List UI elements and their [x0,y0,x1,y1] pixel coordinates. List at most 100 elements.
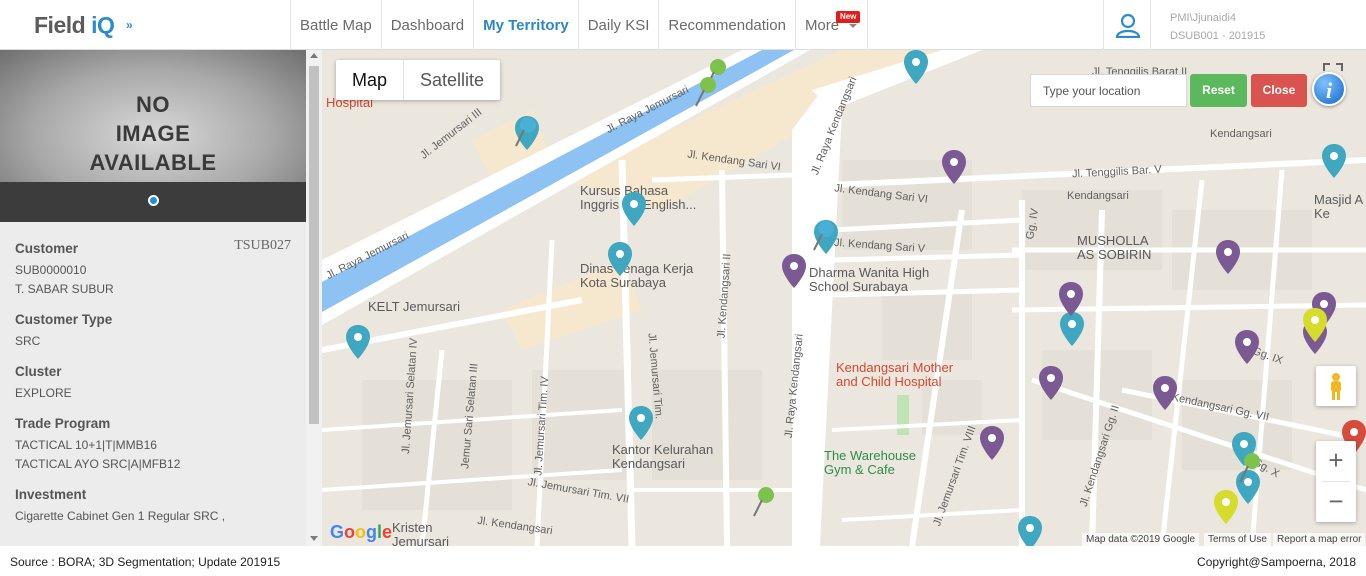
customer-type-value: SRC [15,334,41,348]
thumbtack-marker-blue-icon[interactable] [514,116,538,150]
outlet-pin-purple[interactable] [1039,366,1063,400]
street-view-pegman-icon[interactable] [1316,366,1356,406]
customer-info: Customer TSUB027 SUB0000010 T. SABAR SUB… [15,238,291,538]
zoom-control: + − [1316,441,1356,522]
terms-of-use-link[interactable]: Terms of Use [1204,533,1271,546]
outlet-pin-purple[interactable] [942,150,966,184]
user-account: DSUB001 - 201915 [1170,30,1266,42]
customer-detail-panel: NO IMAGE AVAILABLE Customer TSUB027 SUB0… [0,50,322,546]
customer-code: TSUB027 [234,238,291,253]
nav-battle-map[interactable]: Battle Map [290,0,381,50]
nav-more-dropdown[interactable]: More New [794,0,869,50]
panel-scrollbar[interactable] [306,50,322,546]
outlet-pin-purple[interactable] [782,254,806,288]
scroll-thumb[interactable] [309,66,319,424]
nav-recommendation[interactable]: Recommendation [658,0,795,50]
street-label: Kendangsari [1067,190,1129,202]
street-label: Kendangsari [1210,128,1272,140]
copyright-text: Copyright@Sampoerna, 2018 [1197,555,1356,569]
thumbtack-marker-green-icon[interactable] [752,486,776,520]
poi-label: Kantor Kelurahan Kendangsari [612,442,714,471]
thumbtack-marker-green-icon[interactable] [1238,452,1262,486]
no-image-placeholder: NO IMAGE AVAILABLE [0,90,306,177]
logo-chevron-icon: » [126,18,133,32]
logo-accent: iQ [91,12,115,38]
customer-section: Customer TSUB027 SUB0000010 T. SABAR SUB… [15,238,291,299]
outlet-pin-teal[interactable] [1018,516,1042,546]
poi-label: Masjid A Ke [1314,192,1364,221]
investment-section: Investment Cigarette Cabinet Gen 1 Regul… [15,486,291,526]
outlet-pin-purple[interactable] [1216,240,1240,274]
trade-program-section: Trade Program TACTICAL 10+1|T|MMB16 TACT… [15,415,291,474]
customer-type-label: Customer Type [15,312,113,327]
google-logo: Google [330,522,393,542]
outlet-pin-purple[interactable] [1059,282,1083,316]
outlet-pin-yellow[interactable] [1214,490,1238,524]
no-image-line: AVAILABLE [89,150,217,175]
scroll-down-arrow-icon[interactable] [310,536,318,541]
user-profile-button[interactable] [1103,0,1151,50]
top-navigation-bar: Field iQ » Battle Map Dashboard My Terri… [0,0,1366,50]
user-icon [1115,13,1141,38]
customer-name: T. SABAR SUBUR [15,282,114,296]
nav-dashboard[interactable]: Dashboard [380,0,473,50]
close-button[interactable]: Close [1251,74,1307,107]
customer-type-section: Customer Type SRC [15,311,291,351]
cluster-section: Cluster EXPLORE [15,363,291,403]
outlet-pin-purple[interactable] [980,426,1004,460]
outlet-pin-teal[interactable] [622,192,646,226]
outlet-pin-yellow[interactable] [1303,308,1327,342]
scroll-up-arrow-icon[interactable] [310,53,318,58]
outlet-pin-purple[interactable] [1153,376,1177,410]
poi-label: Dinas Tenaga Kerja Kota Surabaya [580,261,694,290]
nav-my-territory[interactable]: My Territory [473,0,578,50]
poi-label: Kendangsari Mother and Child Hospital [836,360,954,389]
data-source-text: Source : BORA; 3D Segmentation; Update 2… [10,555,281,569]
outlet-pin-teal[interactable] [629,406,653,440]
map-type-switcher: Map Satellite [336,60,501,100]
trade-program-value: TACTICAL 10+1|T|MMB16 [15,438,157,452]
outlet-pin-purple[interactable] [1235,330,1259,364]
investment-value: Cigarette Cabinet Gen 1 Regular SRC , [15,509,226,523]
trade-program-value: TACTICAL AYO SRC|A|MFB12 [15,457,181,471]
reset-button[interactable]: Reset [1190,74,1247,107]
poi-label: The Warehouse Gym & Cafe [824,448,917,477]
fullscreen-icon[interactable] [1322,62,1344,72]
outlet-pin-teal[interactable] [346,325,370,359]
customer-id: SUB0000010 [15,263,87,277]
user-meta: PMI\Jjunaidi4 DSUB001 - 201915 [1170,9,1265,45]
nav-more-label: More [804,17,840,34]
poi-label: Kristen Jemursari [392,520,450,547]
main-menu: Battle Map Dashboard My Territory Daily … [290,0,869,50]
zoom-in-button[interactable]: + [1316,441,1356,481]
map-attribution: Map data ©2019 Google [1082,533,1200,546]
territory-map[interactable]: Jl. Raya Jemursari Jl. Raya Jemursari Jl… [322,50,1366,546]
user-name: PMI\Jjunaidi4 [1170,12,1237,24]
cluster-value: EXPLORE [15,386,72,400]
info-icon[interactable]: i [1312,72,1346,106]
location-search-input[interactable] [1030,74,1187,107]
carousel-dot[interactable] [148,195,159,206]
map-type-map-button[interactable]: Map [336,60,405,100]
zoom-out-button[interactable]: − [1316,482,1356,522]
trade-program-label: Trade Program [15,416,111,431]
cluster-label: Cluster [15,364,62,379]
map-type-satellite-button[interactable]: Satellite [404,60,500,100]
thumbtack-marker-blue-icon[interactable] [812,220,836,254]
poi-label: Dharma Wanita High School Surabaya [809,265,930,294]
footer: Source : BORA; 3D Segmentation; Update 2… [0,546,1366,576]
investment-label: Investment [15,487,87,502]
poi-label: MUSHOLLA AS SOBIRIN [1077,233,1152,262]
outlet-pin-teal[interactable] [1322,144,1346,178]
outlet-pin-teal[interactable] [1060,312,1084,346]
thumbtack-marker-green-icon[interactable] [694,76,718,110]
outlet-pin-teal[interactable] [904,50,928,84]
new-badge: New [835,11,861,23]
outlet-pin-teal[interactable] [608,242,632,276]
logo-text: Field [34,12,86,38]
chevron-down-icon [849,24,858,28]
no-image-line: NO [136,92,170,117]
nav-daily-ksi[interactable]: Daily KSI [577,0,659,50]
report-map-error-link[interactable]: Report a map error [1273,533,1366,546]
field-iq-logo[interactable]: Field iQ » [34,12,133,39]
